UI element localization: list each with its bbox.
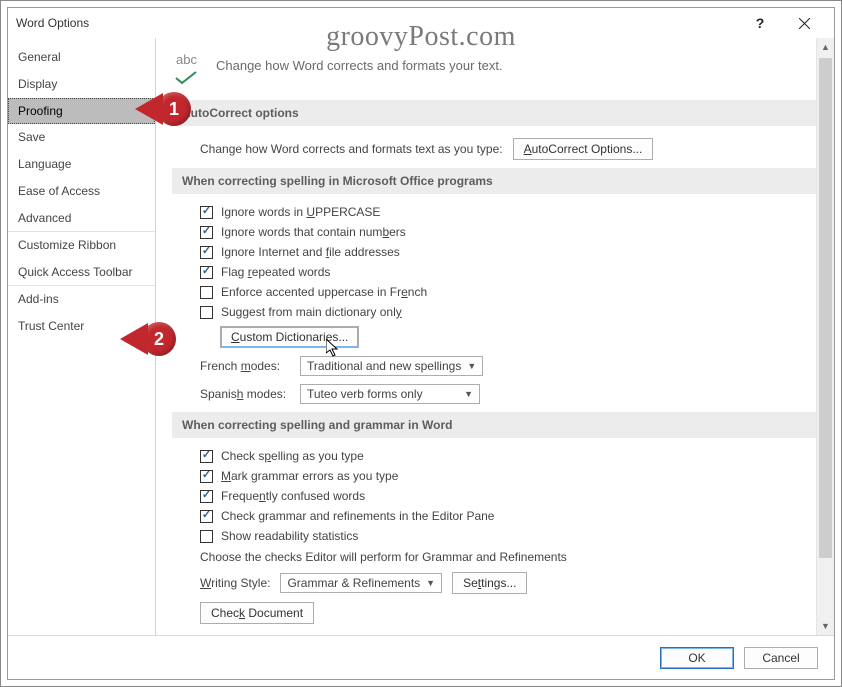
sidebar-item-ease-of-access[interactable]: Ease of Access xyxy=(8,178,155,205)
writing-style-row: Writing Style: Grammar & Refinements▼ Se… xyxy=(172,568,820,598)
sidebar-item-customize-ribbon[interactable]: Customize Ribbon xyxy=(8,232,155,259)
cb-accented-french[interactable]: Enforce accented uppercase in French xyxy=(172,282,820,302)
cb-check-grammar-editor[interactable]: Check grammar and refinements in the Edi… xyxy=(172,506,820,526)
autocorrect-options-button[interactable]: AutoCorrect Options... xyxy=(513,138,654,160)
content-inner: abc Change how Word corrects and formats… xyxy=(156,38,834,635)
checkbox-icon xyxy=(200,266,213,279)
marker-tail-icon xyxy=(135,93,163,125)
french-modes-label: French modes: xyxy=(200,359,290,373)
writing-style-label: Writing Style: xyxy=(200,576,270,590)
scroll-thumb[interactable] xyxy=(819,58,832,558)
check-document-row: Check Document xyxy=(172,598,820,628)
annotation-marker-1: 1 xyxy=(129,92,191,126)
sidebar-item-quick-access-toolbar[interactable]: Quick Access Toolbar xyxy=(8,259,155,286)
checkbox-icon xyxy=(200,490,213,503)
spanish-modes-select[interactable]: Tuteo verb forms only▼ xyxy=(300,384,480,404)
section-spelling-word-head: When correcting spelling and grammar in … xyxy=(172,412,820,438)
chevron-down-icon: ▼ xyxy=(467,361,476,371)
intro-row: abc Change how Word corrects and formats… xyxy=(172,48,820,96)
custom-dictionaries-row: Custom Dictionaries... xyxy=(172,322,820,352)
french-modes-select[interactable]: Traditional and new spellings▼ xyxy=(300,356,483,376)
autocorrect-label: Change how Word corrects and formats tex… xyxy=(200,142,503,156)
checkmark-icon xyxy=(174,70,204,86)
content-area: abc Change how Word corrects and formats… xyxy=(156,38,834,635)
titlebar: Word Options ? xyxy=(8,8,834,38)
chevron-down-icon: ▼ xyxy=(464,389,473,399)
cb-ignore-uppercase[interactable]: Ignore words in UPPERCASE xyxy=(172,202,820,222)
checkbox-icon xyxy=(200,226,213,239)
checkbox-icon xyxy=(200,286,213,299)
marker-tail-icon xyxy=(120,323,148,355)
sidebar-item-save[interactable]: Save xyxy=(8,124,155,151)
sidebar-item-general[interactable]: General xyxy=(8,44,155,71)
cb-ignore-numbers[interactable]: Ignore words that contain numbers xyxy=(172,222,820,242)
word-options-window: Word Options ? groovyPost.com General Di… xyxy=(0,0,842,687)
cb-mark-grammar[interactable]: Mark grammar errors as you type xyxy=(172,466,820,486)
checkbox-icon xyxy=(200,306,213,319)
cb-confused-words[interactable]: Frequently confused words xyxy=(172,486,820,506)
abc-label: abc xyxy=(176,52,197,67)
annotation-marker-2: 2 xyxy=(114,322,176,356)
section-autocorrect-head: AutoCorrect options xyxy=(172,100,820,126)
writing-style-select[interactable]: Grammar & Refinements▼ xyxy=(280,573,442,593)
checkbox-icon xyxy=(200,246,213,259)
autocorrect-row: Change how Word corrects and formats tex… xyxy=(172,134,820,164)
proofing-icon: abc xyxy=(172,52,206,86)
spanish-modes-label: Spanish modes: xyxy=(200,387,290,401)
spanish-modes-row: Spanish modes: Tuteo verb forms only▼ xyxy=(172,380,820,408)
settings-button[interactable]: Settings... xyxy=(452,572,527,594)
cancel-button[interactable]: Cancel xyxy=(744,647,818,669)
scroll-down-button[interactable]: ▼ xyxy=(817,617,834,635)
cb-ignore-internet[interactable]: Ignore Internet and file addresses xyxy=(172,242,820,262)
help-button[interactable]: ? xyxy=(738,8,782,38)
checkbox-icon xyxy=(200,530,213,543)
checkbox-icon xyxy=(200,510,213,523)
window-title: Word Options xyxy=(16,8,89,38)
checkbox-icon xyxy=(200,470,213,483)
ok-button[interactable]: OK xyxy=(660,647,734,669)
sidebar-item-advanced[interactable]: Advanced xyxy=(8,205,155,232)
cb-main-dict-only[interactable]: Suggest from main dictionary only xyxy=(172,302,820,322)
scrollbar[interactable]: ▲ ▼ xyxy=(816,38,834,635)
close-icon xyxy=(799,18,810,29)
cb-check-spelling[interactable]: Check spelling as you type xyxy=(172,446,820,466)
checkbox-icon xyxy=(200,206,213,219)
section-spelling-office-head: When correcting spelling in Microsoft Of… xyxy=(172,168,820,194)
sidebar-item-language[interactable]: Language xyxy=(8,151,155,178)
french-modes-row: French modes: Traditional and new spelli… xyxy=(172,352,820,380)
scroll-up-button[interactable]: ▲ xyxy=(817,38,834,56)
custom-dictionaries-button[interactable]: Custom Dictionaries... xyxy=(220,326,359,348)
cb-flag-repeated[interactable]: Flag repeated words xyxy=(172,262,820,282)
sidebar-item-add-ins[interactable]: Add-ins xyxy=(8,286,155,313)
chevron-down-icon: ▼ xyxy=(426,578,435,588)
check-document-button[interactable]: Check Document xyxy=(200,602,314,624)
window-controls: ? xyxy=(738,8,826,38)
checkbox-icon xyxy=(200,450,213,463)
dialog-footer: OK Cancel xyxy=(8,635,834,679)
intro-text: Change how Word corrects and formats you… xyxy=(216,52,503,73)
close-button[interactable] xyxy=(782,8,826,38)
cb-readability-stats[interactable]: Show readability statistics xyxy=(172,526,820,546)
refinements-label: Choose the checks Editor will perform fo… xyxy=(172,546,820,568)
